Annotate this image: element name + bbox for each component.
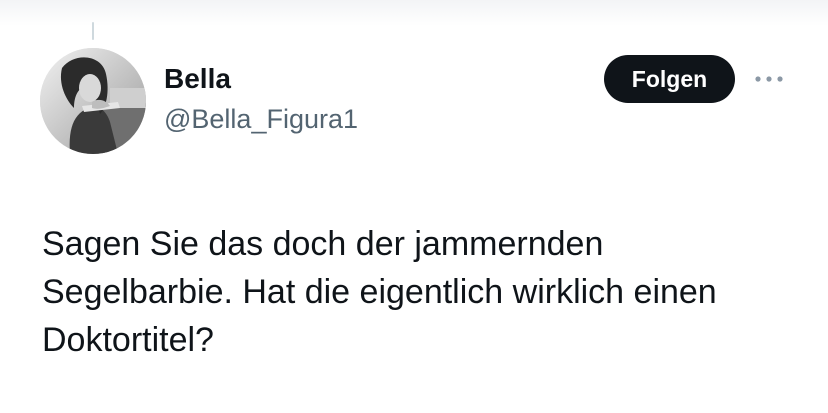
profile-photo-icon xyxy=(40,48,146,154)
more-options-button[interactable] xyxy=(752,64,786,94)
user-handle[interactable]: @Bella_Figura1 xyxy=(164,102,358,136)
top-divider-fade xyxy=(0,0,828,26)
display-name[interactable]: Bella xyxy=(164,62,358,96)
tweet-text: Sagen Sie das doch der jammernden Segelb… xyxy=(42,225,717,359)
more-horizontal-icon xyxy=(755,76,783,82)
follow-button[interactable]: Folgen xyxy=(604,55,735,103)
avatar[interactable] xyxy=(40,48,146,154)
thread-connector-line xyxy=(92,22,94,40)
user-info: Bella @Bella_Figura1 xyxy=(164,62,358,136)
